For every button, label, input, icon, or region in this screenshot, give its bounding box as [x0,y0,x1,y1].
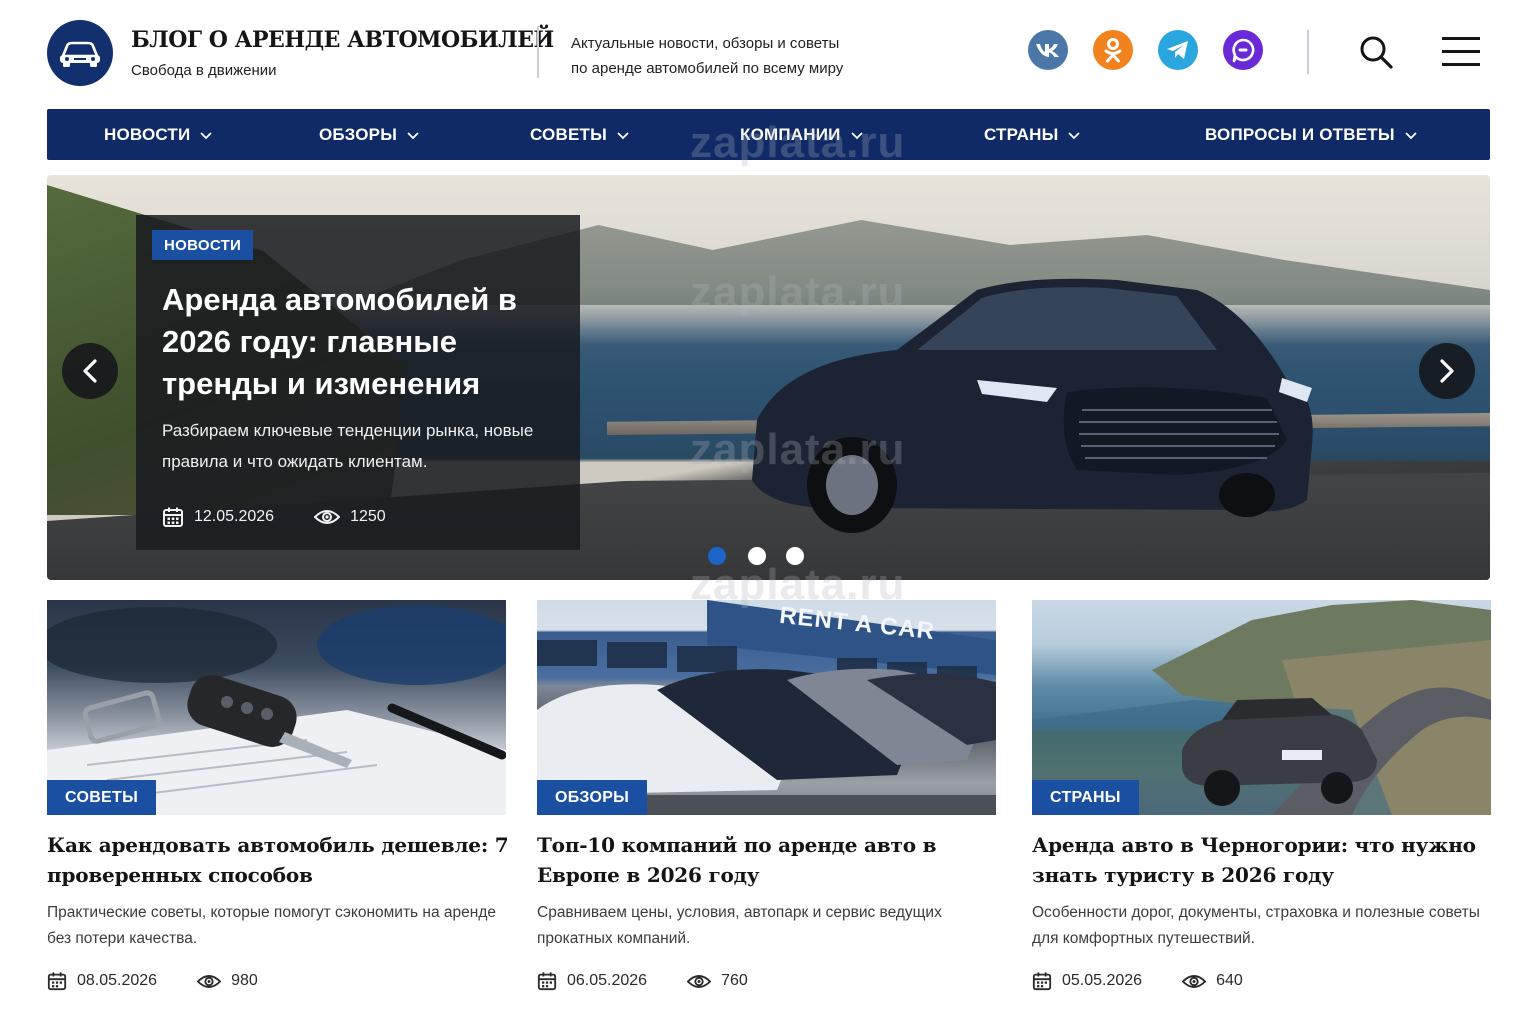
article-meta: 08.05.2026 980 [47,971,258,991]
nav-item-tips[interactable]: СОВЕТЫ [530,109,629,160]
hero-slider[interactable]: НОВОСТИ Аренда автомобилей в 2026 году: … [47,175,1490,580]
brand-title[interactable]: БЛОГ О АРЕНДЕ АВТОМОБИЛЕЙ [131,27,554,53]
chevron-down-icon [1068,131,1081,139]
article-title[interactable]: Как арендовать автомобиль дешевле: 7 про… [47,830,517,890]
telegram-icon [1167,41,1188,59]
nav-item-label: КОМПАНИИ [740,124,841,144]
calendar-icon [1032,972,1052,991]
calendar-icon [537,972,557,991]
odnoklassniki-link[interactable] [1093,30,1133,70]
post-date: 08.05.2026 [77,972,158,989]
chevron-down-icon [407,131,419,139]
nav-item-label: СОВЕТЫ [530,124,607,144]
brand-subtitle: Свобода в движении [131,62,277,79]
header-tagline: Актуальные новости, обзоры и советы по а… [571,31,843,81]
telegram-link[interactable] [1158,30,1198,70]
nav-item-label: НОВОСТИ [104,124,191,144]
category-badge[interactable]: СОВЕТЫ [47,780,157,815]
category-badge[interactable]: ОБЗОРЫ [537,780,648,815]
eye-icon [197,974,222,988]
post-date: 05.05.2026 [1062,972,1143,989]
chevron-down-icon [617,131,629,139]
article-description: Сравниваем цены, условия, автопарк и сер… [537,904,942,947]
vk-link[interactable] [1028,30,1068,70]
chevron-right-icon [1440,359,1454,383]
article-title[interactable]: Аренда авто в Черногории: что нужно знат… [1032,830,1502,890]
article-description: Особенности дорог, документы, страховка … [1032,904,1480,947]
menu-button[interactable] [1440,32,1482,70]
nav-item-label: СТРАНЫ [984,124,1059,144]
header-divider [537,26,539,78]
eye-icon [687,974,712,988]
menu-icon [1442,37,1480,66]
article-title[interactable]: Топ-10 компаний по аренде авто в Европе … [537,830,1007,890]
slider-dot-3[interactable] [786,547,804,565]
slider-dot-2[interactable] [748,547,766,565]
article-image[interactable]: СОВЕТЫ [47,600,506,815]
article-meta: 06.05.2026 760 [537,971,748,991]
nav-item-label: ОБЗОРЫ [319,124,398,144]
max-messenger-link[interactable] [1223,30,1263,70]
category-badge[interactable]: СТРАНЫ [1032,780,1139,815]
nav-item-label: ВОПРОСЫ И ОТВЕТЫ [1205,124,1395,144]
chevron-down-icon [200,131,213,139]
article-description: Практические советы, которые помогут сэк… [47,904,496,947]
nav-item-faq[interactable]: ВОПРОСЫ И ОТВЕТЫ [1205,109,1417,160]
calendar-icon [47,972,67,991]
tagline-line-1: Актуальные новости, обзоры и советы [571,35,840,52]
site-header: БЛОГ О АРЕНДЕ АВТОМОБИЛЕЙ Свобода в движ… [0,0,1536,104]
site-logo[interactable] [47,20,113,86]
slider-next-button[interactable] [1419,343,1475,399]
category-badge[interactable]: НОВОСТИ [152,230,254,260]
hero-meta: 12.05.2026 1250 [162,506,386,528]
article-image[interactable]: RENT A CAR ОБЗОРЫ [537,600,996,815]
search-icon [1360,36,1393,69]
nav-item-news[interactable]: НОВОСТИ [104,109,213,160]
chevron-down-icon [850,131,863,139]
tagline-line-2: по аренде автомобилей по всему миру [571,60,844,77]
search-button[interactable] [1356,32,1396,72]
article-image[interactable]: СТРАНЫ [1032,600,1491,815]
max-messenger-icon [1232,38,1255,63]
nav-item-countries[interactable]: СТРАНЫ [984,109,1081,160]
nav-item-companies[interactable]: КОМПАНИИ [740,109,863,160]
hero-description: Разбираем ключевые тенденции рынка, новы… [162,421,534,471]
nav-item-reviews[interactable]: ОБЗОРЫ [319,109,419,160]
calendar-icon [163,507,183,527]
odnoklassniki-icon [1104,38,1122,63]
post-views: 640 [1216,972,1243,989]
main-navigation: НОВОСТИ ОБЗОРЫ СОВЕТЫ КОМПАНИИ СТРАНЫ ВО… [47,109,1490,160]
hero-car-image [752,278,1313,533]
hero-caption-card: НОВОСТИ Аренда автомобилей в 2026 году: … [136,215,580,550]
post-date: 06.05.2026 [567,972,648,989]
chevron-down-icon [1405,131,1417,139]
eye-icon [314,510,341,524]
slider-prev-button[interactable] [62,343,118,399]
post-date: 12.05.2026 [194,508,275,525]
chevron-left-icon [83,359,97,383]
eye-icon [1182,974,1207,988]
car-logo-icon [60,41,100,67]
article-meta: 05.05.2026 640 [1032,971,1243,991]
post-views: 1250 [350,508,386,525]
vk-icon [1036,44,1059,57]
post-views: 980 [231,972,258,989]
slider-dot-1[interactable] [708,547,726,565]
post-views: 760 [721,972,748,989]
hero-title[interactable]: Аренда автомобилей в 2026 году: главные … [162,279,562,405]
header-divider-right [1307,30,1309,74]
